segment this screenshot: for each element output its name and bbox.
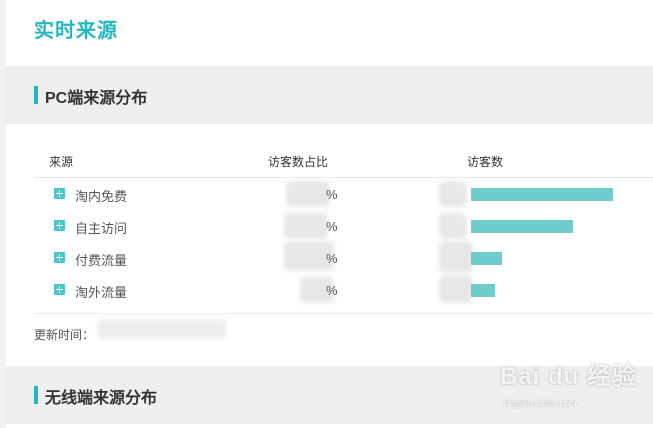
source-label: 淘外流量: [75, 285, 128, 300]
expand-plus-icon[interactable]: [54, 284, 65, 295]
redacted-value: [439, 275, 473, 303]
table-row: 自主访问 %: [34, 211, 653, 243]
visitor-bar: [471, 220, 573, 233]
source-label: 付费流量: [75, 253, 128, 268]
ratio-suffix: %: [326, 283, 338, 298]
watermark-url: jingyan.baidu.com: [504, 398, 577, 408]
visitor-bar: [471, 252, 502, 265]
pc-section-header: PC端来源分布: [6, 66, 653, 124]
source-label: 淘内免费: [75, 189, 128, 204]
baidu-watermark: Bai du 经验: [500, 363, 638, 390]
redacted-value: [439, 241, 473, 273]
page: 实时来源 PC端来源分布 来源 访客数占比 访客数 淘内免费 % 自主访问 %: [0, 0, 653, 428]
expand-plus-icon[interactable]: [54, 252, 65, 263]
column-visitors[interactable]: 访客数: [467, 153, 503, 170]
visitor-bar: [471, 188, 613, 201]
pc-section-title: PC端来源分布: [45, 90, 148, 107]
column-visitor-ratio[interactable]: 访客数占比: [268, 153, 328, 170]
expand-plus-icon[interactable]: [54, 188, 65, 199]
section-accent-bar: [34, 86, 38, 104]
column-source: 来源: [49, 155, 74, 169]
section-accent-bar: [34, 386, 38, 404]
expand-plus-icon[interactable]: [54, 220, 65, 231]
ratio-suffix: %: [326, 251, 338, 266]
update-time-label: 更新时间：: [34, 328, 95, 342]
redacted-value: [284, 213, 328, 239]
mobile-section-title: 无线端来源分布: [45, 390, 158, 407]
redacted-value: [286, 181, 330, 207]
table-row: 付费流量 %: [34, 241, 653, 275]
source-label: 自主访问: [75, 221, 128, 236]
redacted-value: [439, 181, 467, 207]
redacted-update-time: [98, 319, 226, 339]
redacted-value: [439, 213, 467, 239]
visitor-bar: [471, 284, 495, 297]
page-title: 实时来源: [34, 20, 118, 42]
ratio-suffix: %: [326, 219, 338, 234]
table-header: 来源 访客数占比 访客数: [34, 148, 653, 178]
table-row: 淘外流量 %: [34, 275, 653, 307]
table-row: 淘内免费 %: [34, 179, 653, 211]
ratio-suffix: %: [326, 187, 338, 202]
